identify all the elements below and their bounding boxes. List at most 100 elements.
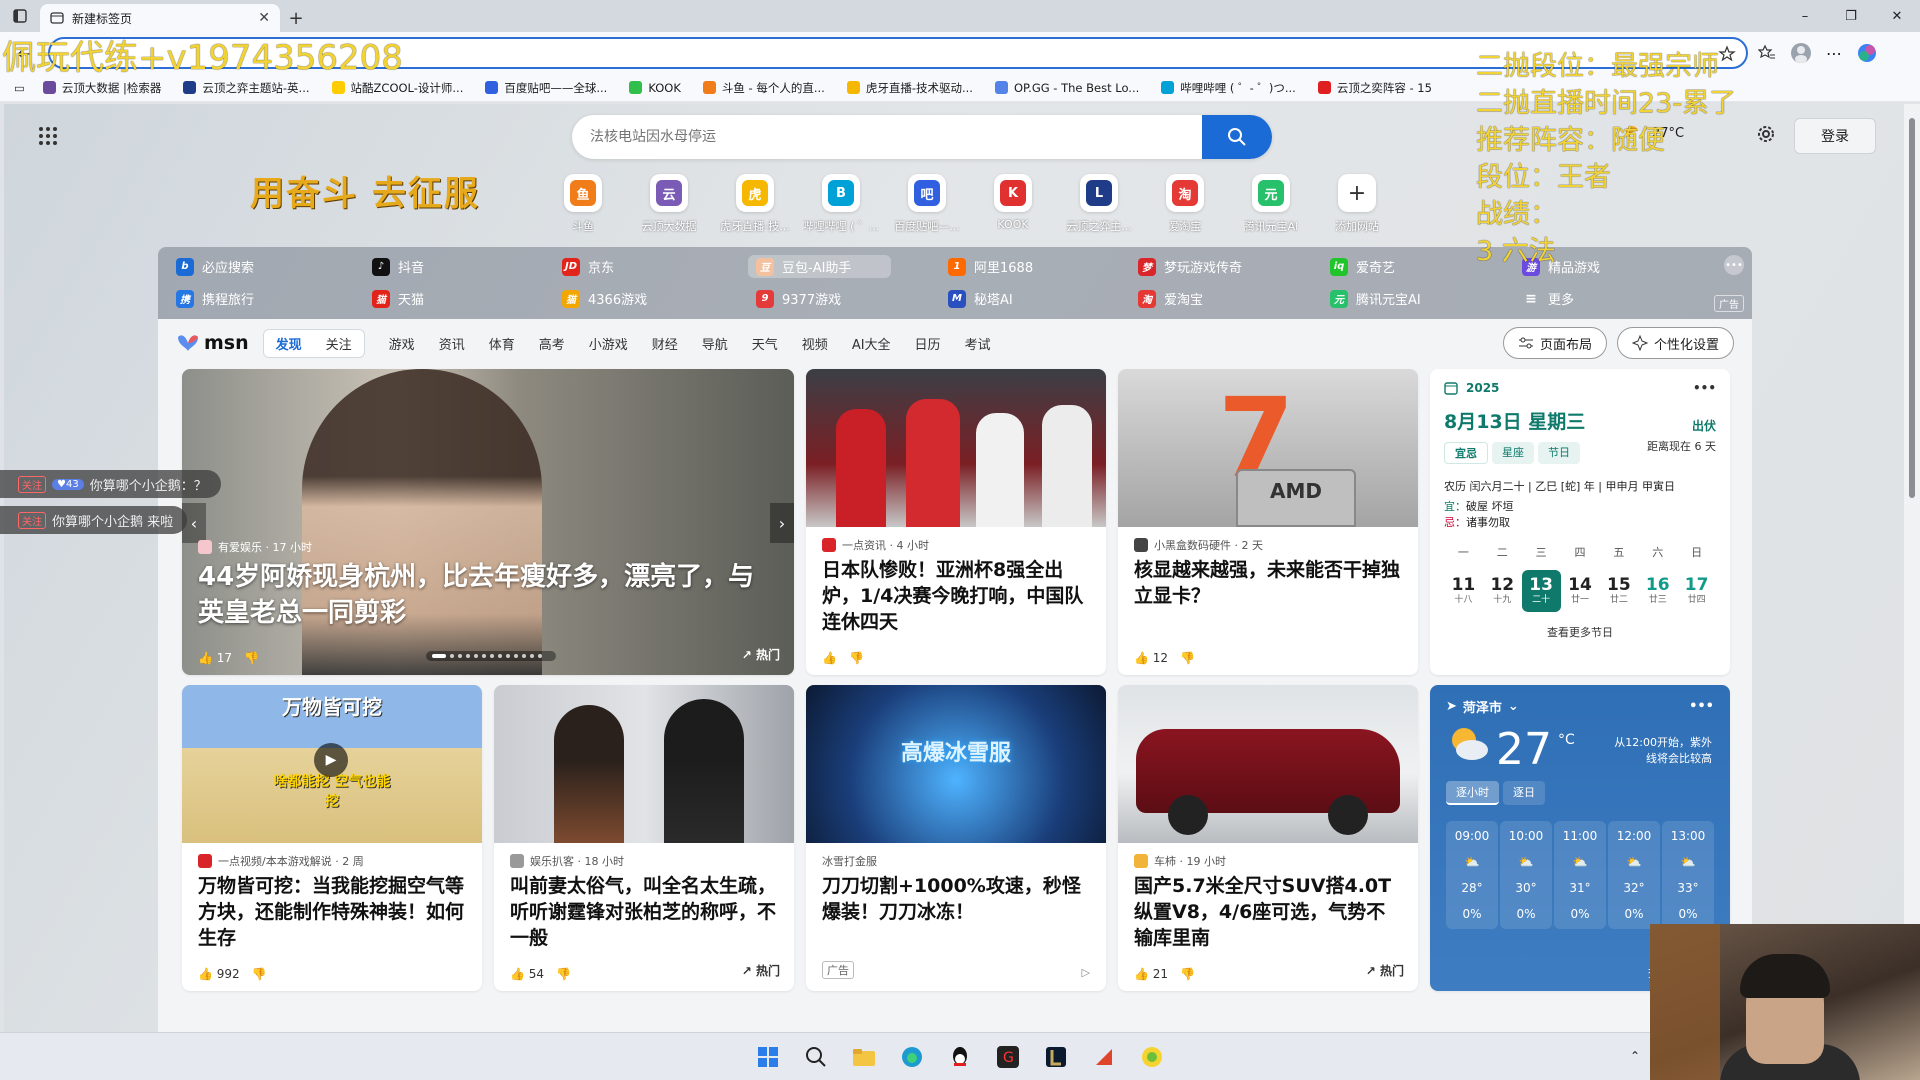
quick-link[interactable]: L 云顶之弈主... (1060, 174, 1138, 234)
bookmark-item[interactable]: 斗鱼 - 每个人的直... (693, 80, 835, 96)
page-layout-button[interactable]: 页面布局 (1502, 327, 1607, 359)
tab-discover[interactable]: 发现 (262, 328, 314, 358)
card-title[interactable]: 日本队惨败！亚洲杯8强全出炉，1/4决赛今晚打响，中国队连休四天 (806, 557, 1106, 635)
news-card[interactable]: 娱乐扒客 · 18 小时 叫前妻太俗气，叫全名太生疏，听听谢霆锋对张柏芝的称呼，… (494, 685, 794, 991)
like-button[interactable]: 👍 54 (510, 967, 544, 981)
news-card[interactable]: 万物皆可挖 啥都能挖 空气也能挖 ▶ 一点视频/本本游戏解说 · 2 周 万物皆… (182, 685, 482, 991)
tab-sports[interactable]: 体育 (477, 330, 527, 357)
dislike-button[interactable]: 👎 (1180, 651, 1195, 665)
calendar-day[interactable]: 14 廿一 (1561, 570, 1600, 612)
quick-link[interactable]: 虎虎牙直播-技... (716, 174, 794, 234)
copilot-icon[interactable] (1856, 42, 1878, 64)
add-site-button[interactable]: + 添加网站 (1318, 174, 1396, 234)
calendar-day[interactable]: 11 十八 (1444, 570, 1483, 612)
settings-gear-icon[interactable] (1756, 124, 1776, 148)
calendar-day[interactable]: 12 十九 (1483, 570, 1522, 612)
browser-tab[interactable]: 新建标签页 ✕ (40, 4, 280, 32)
link-item[interactable]: M 秘塔AI (948, 289, 1013, 308)
quick-link[interactable]: 吧百度贴吧—... (888, 174, 966, 234)
vertical-scrollbar[interactable] (1904, 104, 1920, 1032)
file-explorer-icon[interactable] (847, 1040, 881, 1074)
bookmark-item[interactable]: 云顶之弈主题站-英... (173, 80, 319, 96)
app-g-icon[interactable]: G (991, 1040, 1025, 1074)
tab-gaokao[interactable]: 高考 (527, 330, 577, 357)
app-launcher-icon[interactable] (38, 126, 58, 150)
search-icon[interactable] (799, 1040, 833, 1074)
ad-choice-icon[interactable]: ▷ (1082, 966, 1090, 979)
card-title[interactable]: 万物皆可挖：当我能挖掘空气等方块，还能制作特殊神装！如何生存 (182, 873, 482, 951)
link-item[interactable]: 猫天猫 (372, 289, 424, 308)
search-button[interactable] (1202, 115, 1272, 159)
dislike-button[interactable]: 👎 (849, 651, 864, 665)
bookmark-item[interactable]: OP.GG - The Best Lo... (985, 81, 1149, 95)
tab-follow[interactable]: 关注 (313, 328, 365, 358)
bookmark-item[interactable]: 站酷ZCOOL-设计师... (322, 80, 474, 96)
play-icon[interactable]: ▶ (314, 743, 348, 777)
quick-link[interactable]: 鱼斗鱼 (544, 174, 622, 234)
link-item[interactable]: iq 爱奇艺 (1330, 257, 1395, 276)
news-card[interactable]: 车柿 · 19 小时 国产5.7米全尺寸SUV搭4.0T纵置V8，4/6座可选，… (1118, 685, 1418, 991)
link-item[interactable]: 9 9377游戏 (756, 289, 841, 308)
like-button[interactable]: 👍 17 (198, 651, 232, 665)
tab-games[interactable]: 游戏 (377, 330, 427, 357)
minimize-button[interactable]: – (1782, 0, 1828, 32)
bookmark-item[interactable]: 百度贴吧——全球... (475, 80, 617, 96)
tab-finance[interactable]: 财经 (640, 330, 690, 357)
tab-hourly[interactable]: 逐小时 (1446, 781, 1499, 805)
link-item[interactable]: b 必应搜索 (176, 257, 254, 276)
tab-yiji[interactable]: 宜忌 (1444, 442, 1488, 464)
app-red-icon[interactable] (1087, 1040, 1121, 1074)
calendar-card[interactable]: 2025 ••• 8月13日 星期三 出伏 距离现在 6 天 宜忌 星座 节日 农… (1430, 369, 1730, 675)
scrollbar-thumb[interactable] (1909, 118, 1915, 498)
tab-actions-icon[interactable] (0, 0, 40, 32)
next-arrow-icon[interactable]: › (770, 503, 794, 543)
link-item[interactable]: 梦梦玩游戏传奇 (1138, 257, 1242, 276)
tab-ai[interactable]: AI大全 (840, 330, 903, 357)
tab-daily[interactable]: 逐日 (1503, 781, 1545, 805)
search-input[interactable] (572, 115, 1202, 159)
bookmark-item[interactable]: KOOK (619, 81, 691, 95)
like-button[interactable]: 👍 12 (1134, 651, 1168, 665)
carousel-dots[interactable] (426, 651, 556, 661)
weather-more-icon[interactable]: ••• (1689, 699, 1714, 714)
more-holidays-link[interactable]: 查看更多节日 (1444, 624, 1716, 640)
login-button[interactable]: 登录 (1794, 118, 1876, 154)
hero-news-card[interactable]: ‹ › 有爱娱乐 · 17 小时 44岁阿娇现身杭州，比去年瘦好多，漂亮了，与英… (182, 369, 794, 675)
link-item[interactable]: 豆豆包-AI助手 (748, 255, 892, 278)
calendar-day[interactable]: 17 廿四 (1677, 570, 1716, 612)
league-client-icon[interactable] (1039, 1040, 1073, 1074)
quick-link[interactable]: 云云顶大数据 (630, 174, 708, 234)
calendar-day[interactable]: 15 廿二 (1599, 570, 1638, 612)
card-title[interactable]: 核显越来越强，未来能否干掉独立显卡？ (1118, 557, 1418, 609)
calendar-more-icon[interactable]: ••• (1693, 381, 1716, 395)
link-item[interactable]: ♪ 抖音 (372, 257, 424, 276)
weather-city[interactable]: ➤ 菏泽市 ⌄ ••• (1446, 697, 1714, 716)
tab-video[interactable]: 视频 (790, 330, 840, 357)
news-card[interactable]: 7 AMD 小黑盒数码硬件 · 2 天 核显越来越强，未来能否干掉独立显卡？ 👍… (1118, 369, 1418, 675)
quick-link[interactable]: 淘爱淘宝 (1146, 174, 1224, 234)
link-item[interactable]: JD 京东 (562, 257, 614, 276)
dislike-button[interactable]: 👎 (556, 967, 571, 981)
profile-avatar-icon[interactable] (1790, 42, 1812, 64)
bookmark-item[interactable]: 云顶之奕阵容 - 15 (1308, 80, 1442, 96)
tab-exam[interactable]: 考试 (953, 330, 1003, 357)
link-item[interactable]: 猫 4366游戏 (562, 289, 647, 308)
calendar-day-today[interactable]: 13 二十 (1521, 570, 1561, 612)
new-tab-button[interactable]: + (280, 4, 312, 32)
bookmark-item[interactable]: 云顶大数据 |检索器 (33, 80, 172, 96)
msn-logo[interactable]: msn (176, 332, 249, 354)
personalize-button[interactable]: 个性化设置 (1616, 327, 1734, 359)
link-item[interactable]: 淘爱淘宝 (1138, 289, 1203, 308)
more-menu-icon[interactable]: ⋯ (1826, 44, 1842, 63)
like-button[interactable]: 👍 21 (1134, 967, 1168, 981)
close-tab-icon[interactable]: ✕ (258, 10, 270, 26)
like-button[interactable]: 👍 992 (198, 967, 240, 981)
reading-view-icon[interactable]: ▭ (8, 81, 31, 95)
tab-news[interactable]: 资讯 (427, 330, 477, 357)
tab-weather[interactable]: 天气 (740, 330, 790, 357)
ad-card[interactable]: 高爆冰雪服 冰雪打金服 刀刀切割+1000%攻速，秒怪爆装！刀刀冰冻！ 广告 ▷ (806, 685, 1106, 991)
card-title[interactable]: 叫前妻太俗气，叫全名太生疏，听听谢霆锋对张柏芝的称呼，不一般 (494, 873, 794, 951)
card-title[interactable]: 国产5.7米全尺寸SUV搭4.0T纵置V8，4/6座可选，气势不输库里南 (1118, 873, 1418, 951)
quick-link[interactable]: 元腾讯元宝AI (1232, 174, 1310, 234)
tray-chevron-icon[interactable]: ⌃ (1630, 1049, 1640, 1063)
